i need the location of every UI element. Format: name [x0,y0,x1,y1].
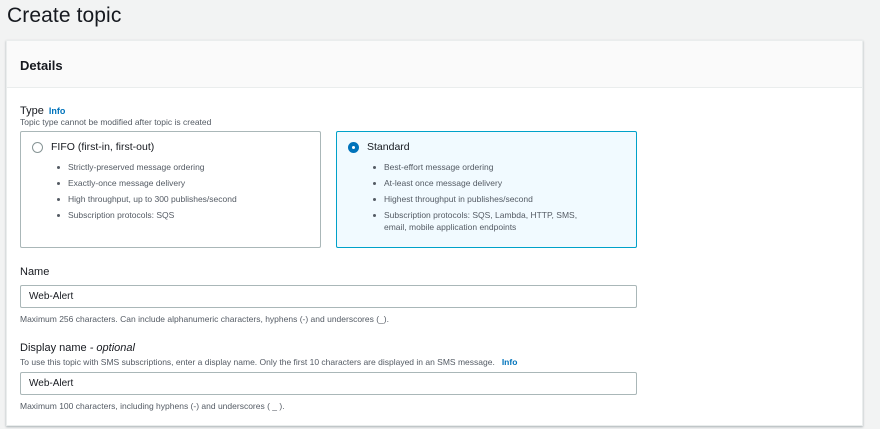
display-name-input[interactable]: Web-Alert [20,372,637,395]
list-item: Highest throughput in publishes/second [371,191,577,207]
list-item: Exactly-once message delivery [55,175,237,191]
fifo-features: Strictly-preserved message ordering Exac… [55,159,237,223]
standard-title: Standard [367,141,410,153]
fifo-title: FIFO (first-in, first-out) [51,141,155,153]
display-name-label: Display name [20,342,87,354]
display-name-description-row: To use this topic with SMS subscriptions… [20,357,517,367]
display-name-constraint: Maximum 100 characters, including hyphen… [20,401,285,411]
type-option-standard[interactable]: Standard Best-effort message ordering At… [336,131,637,248]
display-name-label-row: Display name - optional [20,342,135,354]
details-panel-header: Details [7,41,862,88]
standard-features: Best-effort message ordering At-least on… [371,159,577,233]
page-title: Create topic [7,4,122,27]
page-right-margin [875,0,880,429]
name-label: Name [20,266,50,278]
list-item: Strictly-preserved message ordering [55,159,237,175]
details-title: Details [20,58,63,73]
name-input[interactable]: Web-Alert [20,285,637,308]
name-constraint: Maximum 256 characters. Can include alph… [20,314,389,324]
list-item: High throughput, up to 300 publishes/sec… [55,191,237,207]
display-name-description: To use this topic with SMS subscriptions… [20,357,495,367]
type-label: Type [20,105,44,117]
fifo-radio[interactable] [32,142,43,153]
list-item-continuation: email, mobile application endpoints [384,222,517,232]
list-item: Subscription protocols: SQS, Lambda, HTT… [371,207,577,233]
type-option-fifo[interactable]: FIFO (first-in, first-out) Strictly-pres… [20,131,321,248]
display-name-info-link[interactable]: Info [502,357,518,367]
list-item: At-least once message delivery [371,175,577,191]
list-item: Subscription protocols: SQS [55,207,237,223]
type-description: Topic type cannot be modified after topi… [20,117,212,127]
list-item: Best-effort message ordering [371,159,577,175]
optional-tag: - optional [89,342,135,354]
type-info-link[interactable]: Info [49,106,66,116]
standard-radio[interactable] [348,142,359,153]
